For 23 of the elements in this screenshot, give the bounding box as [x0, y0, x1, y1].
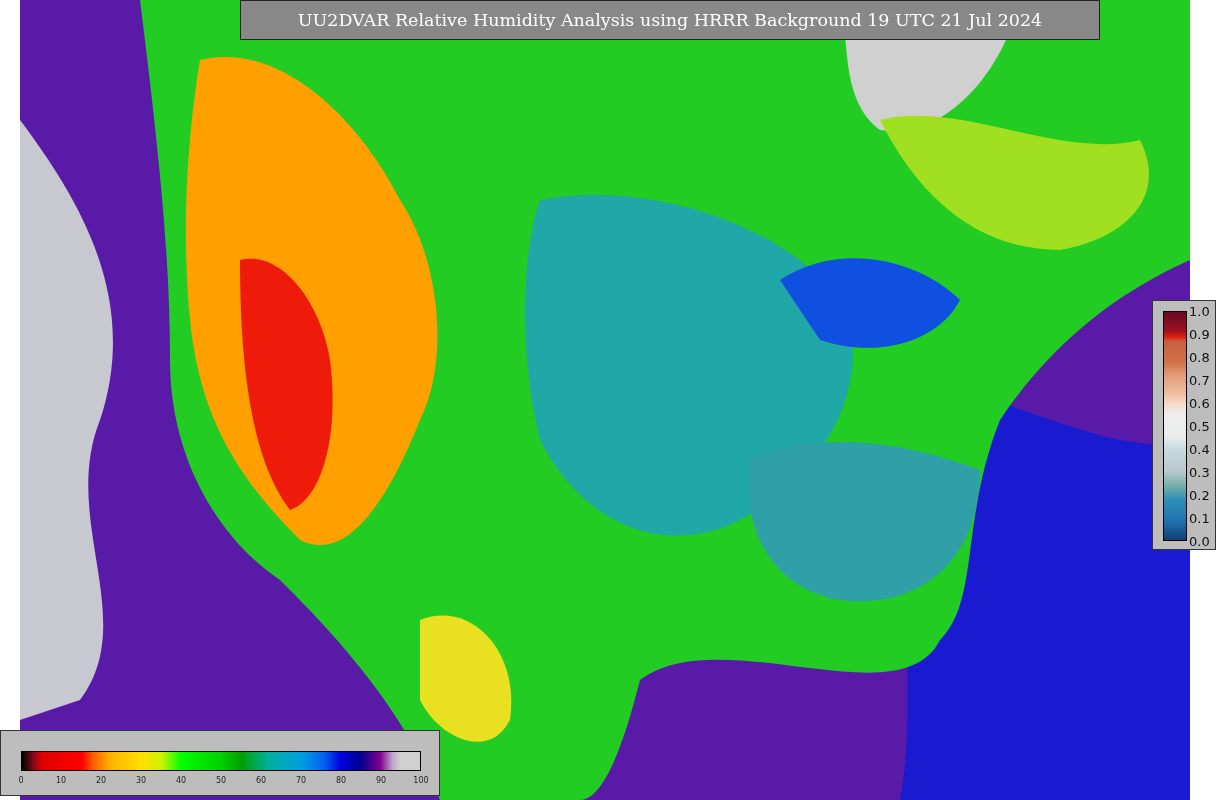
tick-label: 0.1 [1189, 510, 1210, 526]
tick-label: 40 [175, 776, 187, 785]
tick-label: 0.5 [1189, 418, 1210, 434]
tick-label: 30 [135, 776, 147, 785]
tick-label: 0.2 [1189, 487, 1210, 503]
tick-label: 80 [335, 776, 347, 785]
tick-label: 0 [18, 776, 24, 785]
tick-label: 70 [295, 776, 307, 785]
tick-label: 1.0 [1189, 303, 1210, 319]
tick-label: 0.0 [1189, 533, 1210, 549]
tick-label: 0.9 [1189, 326, 1210, 342]
tick-label: 50 [215, 776, 227, 785]
tick-label: 0.3 [1189, 464, 1210, 480]
tick-label: 20 [95, 776, 107, 785]
tick-label: 10 [55, 776, 67, 785]
tick-label: 0.6 [1189, 395, 1210, 411]
tick-label: 60 [255, 776, 267, 785]
tick-label: 100 [413, 776, 429, 785]
tick-label: 90 [375, 776, 387, 785]
map-title: UU2DVAR Relative Humidity Analysis using HRRR Background 19 UTC 21 Jul 2024 [240, 0, 1100, 40]
tick-label: 0.7 [1189, 372, 1210, 388]
tick-label: 0.8 [1189, 349, 1210, 365]
tick-label: 0.4 [1189, 441, 1210, 457]
